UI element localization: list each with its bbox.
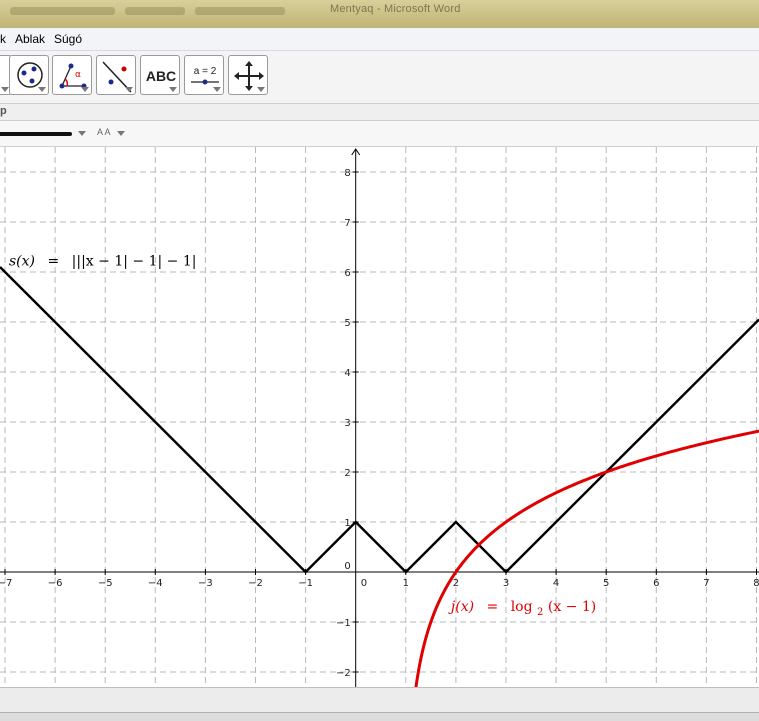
y-tick-label: 2 xyxy=(344,468,350,479)
x-tick-label: 7 xyxy=(703,578,709,589)
function-labels: s(x) = |||x − 1| − 1| − 1| j(x) = log 2 … xyxy=(9,254,596,619)
s-function-label[interactable]: s(x) = |||x − 1| − 1| − 1| xyxy=(9,254,196,270)
title-blur-segment xyxy=(195,7,285,15)
alpha-glyph: α xyxy=(75,70,81,80)
axes xyxy=(0,148,759,687)
style-bar: A A xyxy=(0,121,759,147)
x-tick-label: 1 xyxy=(403,578,409,589)
window-title: Mentyaq - Microsoft Word xyxy=(330,3,461,15)
s-label-eq: = xyxy=(47,254,59,270)
y-tick-label: −2 xyxy=(336,668,351,679)
bottom-input-bar xyxy=(0,687,759,721)
menu-item-ablak[interactable]: Ablak xyxy=(15,32,45,46)
y-tick-label: 3 xyxy=(344,418,350,429)
j-function-label[interactable]: j(x) = log 2 (x − 1) xyxy=(448,599,596,619)
text-size-button[interactable]: A A xyxy=(97,127,111,137)
menu-item-partial[interactable]: k xyxy=(0,32,6,46)
text-size-dropdown-icon[interactable] xyxy=(117,131,125,136)
x-tick-label: −2 xyxy=(248,578,263,589)
status-strip xyxy=(0,712,759,721)
title-blur-segment xyxy=(125,7,185,15)
text-tool-button[interactable]: ABC xyxy=(140,55,180,95)
y-tick-label: 5 xyxy=(344,318,350,329)
angle-tool-button[interactable]: α xyxy=(52,55,92,95)
x-tick-label: −3 xyxy=(198,578,213,589)
j-label-eq: = xyxy=(487,599,499,615)
line-style-dropdown-icon[interactable] xyxy=(78,131,86,136)
y-tick-label: −1 xyxy=(336,618,351,629)
x-tick-label: −7 xyxy=(0,578,12,589)
circle-tool-button[interactable] xyxy=(9,55,49,95)
move-view-tool-button[interactable] xyxy=(228,55,268,95)
x-tick-label: −5 xyxy=(98,578,113,589)
text-tool-label: ABC xyxy=(146,68,176,84)
x-tick-label: 8 xyxy=(753,578,759,589)
y-tick-label: 4 xyxy=(344,368,350,379)
s-label-expr: |||x − 1| − 1| − 1| xyxy=(72,254,197,270)
x-tick-label: −6 xyxy=(48,578,63,589)
x-tick-label: 3 xyxy=(503,578,509,589)
s-function-curve xyxy=(0,266,759,574)
toolbar: α ABC a = 2 xyxy=(0,51,759,104)
graph-canvas[interactable]: −7 −6 −5 −4 −3 −2 −1 1 2 3 4 5 6 7 8−2−11234567800 s(x… xyxy=(0,147,759,689)
y-tick-label: 7 xyxy=(344,218,350,229)
j-label-sub: 2 xyxy=(537,607,543,618)
slider-tool-button[interactable]: a = 2 xyxy=(184,55,224,95)
panel-header-strip: p xyxy=(0,104,759,121)
slider-tool-label: a = 2 xyxy=(194,66,217,77)
j-function-curve xyxy=(414,429,759,689)
y-tick-label: 6 xyxy=(344,268,350,279)
j-label-name: j(x) xyxy=(448,599,474,615)
j-label-expr-tail: (x − 1) xyxy=(548,599,596,615)
x-tick-label: 0 xyxy=(361,578,367,589)
line-style-preview[interactable] xyxy=(0,132,72,136)
x-tick-label: 2 xyxy=(453,578,459,589)
window-title-bar: Mentyaq - Microsoft Word xyxy=(0,0,759,28)
tick-labels: −7 −6 −5 −4 −3 −2 −1 1 2 3 4 5 6 7 8−2−11234567800 xyxy=(0,168,759,679)
panel-header-label: p xyxy=(0,105,7,117)
menu-bar: k Ablak Súgó xyxy=(0,28,759,51)
x-tick-label: −1 xyxy=(298,578,313,589)
x-tick-label: 5 xyxy=(603,578,609,589)
y-tick-label: 0 xyxy=(344,561,350,572)
x-tick-label: 6 xyxy=(653,578,659,589)
s-label-name: s(x) xyxy=(9,254,35,270)
function-curves xyxy=(0,266,759,689)
x-tick-label: −4 xyxy=(148,578,163,589)
x-tick-label: 4 xyxy=(553,578,559,589)
j-label-expr-head: log xyxy=(511,599,533,615)
grid-lines xyxy=(0,147,759,687)
menu-item-sugo[interactable]: Súgó xyxy=(54,32,82,46)
y-tick-label: 8 xyxy=(344,168,350,179)
title-blur-segment xyxy=(10,7,115,15)
graphics-view[interactable]: −7 −6 −5 −4 −3 −2 −1 1 2 3 4 5 6 7 8 −2 −1 1 2 3 4 5 6 7 8 0 0 s(x… xyxy=(0,147,759,689)
reflect-tool-button[interactable] xyxy=(96,55,136,95)
